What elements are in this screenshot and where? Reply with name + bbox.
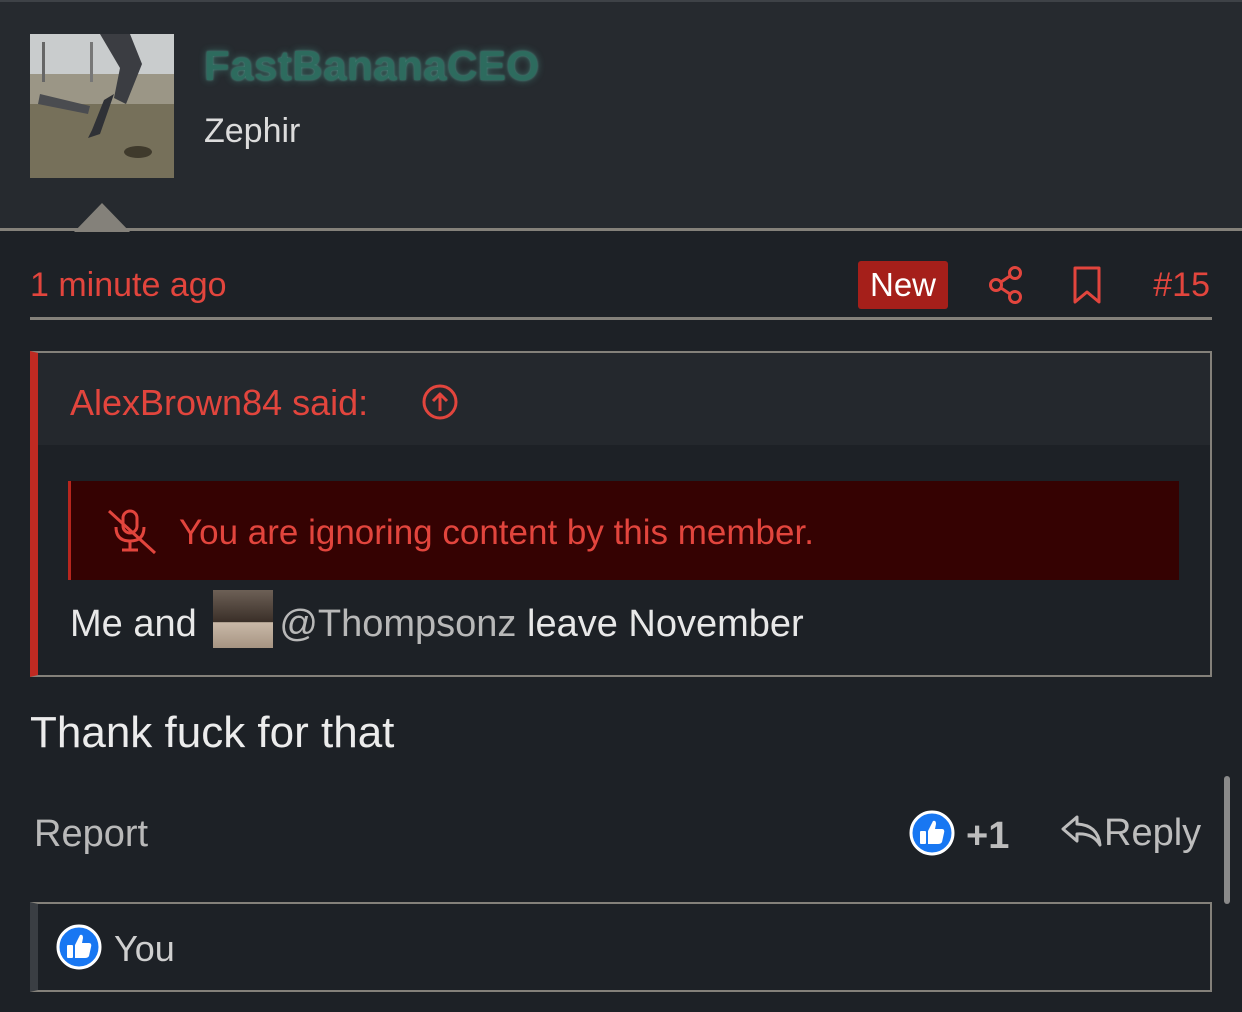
quote-author[interactable]: AlexBrown84 said:	[70, 382, 368, 424]
reaction-user-list[interactable]: You	[114, 928, 175, 970]
user-title: Zephir	[204, 112, 301, 150]
username[interactable]: FastBananaCEO	[204, 42, 540, 90]
post-meta-row: 1 minute ago New #15	[30, 258, 1212, 318]
reply-label: Reply	[1104, 812, 1202, 854]
like-count[interactable]: +1	[966, 815, 1009, 858]
reactions-bar[interactable]: You	[30, 902, 1212, 992]
post-message: Thank fuck for that	[30, 708, 395, 757]
quote-text-after: leave November	[527, 603, 804, 645]
ignored-content-notice[interactable]: You are ignoring content by this member.	[68, 481, 1179, 580]
quote-block: AlexBrown84 said: You are ignoring conte…	[30, 351, 1212, 677]
forum-post: FastBananaCEO Zephir 1 minute ago New #1…	[0, 0, 1242, 1012]
mention-avatar[interactable]	[213, 589, 274, 648]
quote-header: AlexBrown84 said:	[38, 353, 1210, 445]
bookmark-icon[interactable]	[1070, 265, 1104, 305]
ignore-notice-text: You are ignoring content by this member.	[179, 513, 814, 552]
header-divider	[0, 228, 1242, 231]
arrow-up-circle-icon[interactable]	[421, 383, 459, 421]
share-icon[interactable]	[988, 265, 1024, 305]
thumbs-up-icon[interactable]	[909, 810, 955, 856]
post-number[interactable]: #15	[1153, 266, 1210, 305]
new-badge: New	[858, 261, 948, 309]
user-mention-link[interactable]: @Thompsonz	[279, 603, 516, 645]
thumbs-up-icon	[56, 924, 102, 970]
user-avatar[interactable]	[30, 34, 174, 178]
report-link[interactable]: Report	[34, 813, 148, 856]
reply-button[interactable]: Reply	[1060, 812, 1201, 858]
mic-off-icon	[107, 509, 157, 555]
quote-text-before: Me and	[70, 603, 197, 645]
reply-arrow-icon	[1061, 815, 1102, 847]
scrollbar-thumb[interactable]	[1224, 776, 1230, 904]
post-user-header: FastBananaCEO Zephir	[0, 0, 1242, 232]
quote-body: Me and @Thompsonz leave November	[70, 589, 1170, 663]
meta-divider	[30, 317, 1212, 320]
post-timestamp[interactable]: 1 minute ago	[30, 266, 227, 305]
